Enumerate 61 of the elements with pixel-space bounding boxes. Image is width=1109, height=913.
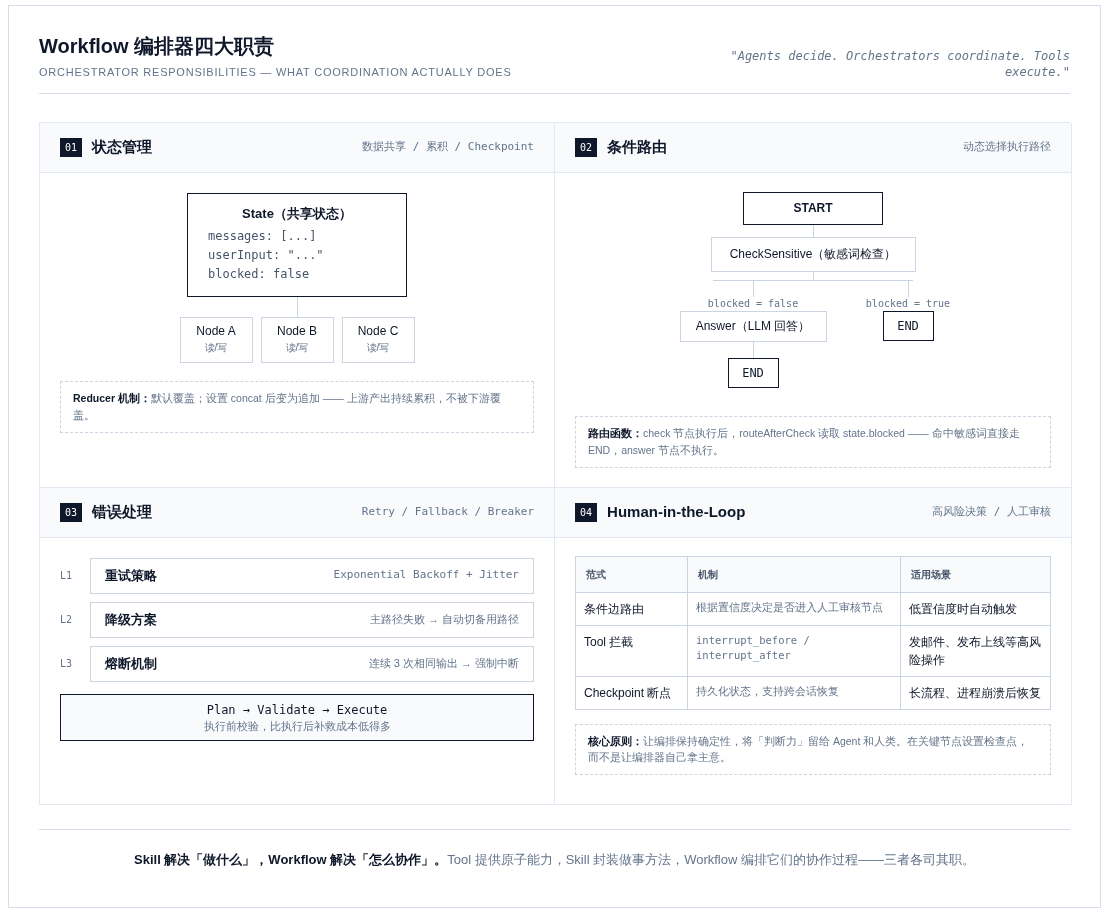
page-subtitle: ORCHESTRATOR RESPONSIBILITIES — WHAT COORDINATION ACTUALLY DOES [39, 65, 512, 80]
panel-tags: Retry / Fallback / Breaker [361, 503, 534, 521]
note-text: Reducer 机制：默认覆盖；设置 concat 后变为追加 —— 上游产出持续累积，不被下游覆盖。 [60, 381, 534, 433]
node-name: Node C [356, 324, 400, 339]
end-node: END [882, 310, 934, 341]
table-cell: Checkpoint 断点 [575, 676, 688, 709]
level-detail: 主路径失败 → 自动切备用路径 [369, 612, 519, 628]
level-label: L3 [60, 657, 74, 671]
level-detail: 连续 3 次相同输出 → 强制中断 [368, 656, 519, 672]
panel-tags: 高风险决策 / 人工审核 [932, 503, 1051, 521]
table-cell: 长流程、进程崩溃后恢复 [900, 676, 1051, 709]
table-cell: 条件边路由 [575, 592, 688, 625]
panel-title: 错误处理 [92, 501, 153, 522]
table-cell: 持久化状态，支持跨会话恢复 [687, 676, 901, 709]
node-access: 读/写 [203, 341, 229, 354]
table-cell: 低置信度时自动触发 [900, 592, 1051, 625]
check-node: CheckSensitive（敏感词检查） [710, 236, 916, 272]
column-header: 范式 [575, 556, 688, 592]
callout-text: 执行前校验，比执行后补救成本低得多 [202, 718, 392, 734]
condition-label: blocked = true [865, 296, 951, 311]
number-badge: 02 [575, 137, 598, 157]
number-badge: 01 [60, 137, 83, 157]
level-name: 降级方案 [105, 610, 157, 629]
level-label: L1 [60, 569, 74, 583]
level-label: L2 [60, 613, 74, 627]
start-node: START [743, 191, 883, 225]
panel-tags: 数据共享 / 累积 / Checkpoint [362, 138, 534, 156]
end-node: END [727, 357, 779, 388]
callout-title: Plan → Validate → Execute [205, 701, 389, 719]
code-line: blocked: false [208, 266, 311, 283]
level-name: 熔断机制 [105, 654, 157, 673]
code-line: messages: [...] [208, 228, 318, 245]
panel-tags: 动态选择执行路径 [963, 138, 1051, 156]
node-name: Node B [276, 324, 318, 339]
condition-label: blocked = false [707, 296, 799, 311]
panel-title: 条件路由 [607, 136, 668, 157]
number-badge: 04 [575, 502, 598, 522]
node-access: 读/写 [365, 341, 391, 354]
panel-title: Human-in-the-Loop [607, 501, 746, 522]
node-name: Node A [195, 324, 237, 339]
footer-text: Skill 解决「做什么」，Workflow 解决「怎么协作」。Tool 提供原子能力，Skill 封装做事方法，Workflow 编排它们的协作过程——三者各司其职。 [39, 828, 1070, 869]
note-text: 核心原则：让编排保持确定性，将「判断力」留给 Agent 和人类。在关键节点设置检查点，而不是让编排器自己拿主意。 [575, 723, 1051, 776]
page-title: Workflow 编排器四大职责 [39, 34, 276, 58]
column-header: 适用场景 [900, 556, 1051, 592]
number-badge: 03 [60, 502, 83, 522]
panel-title: 状态管理 [92, 136, 153, 157]
column-header: 机制 [687, 556, 901, 592]
node-access: 读/写 [284, 341, 310, 354]
level-detail: Exponential Backoff + Jitter [333, 567, 519, 584]
note-text: 路由函数：check 节点执行后，routeAfterCheck 读取 state.blocked —— 命中敏感词直接走 END，answer 节点不执行。 [575, 415, 1051, 468]
connector-line [812, 224, 814, 237]
connector-line [752, 341, 754, 358]
table-cell: interrupt_before / interrupt_after [687, 625, 901, 676]
table-cell: 根据置信度决定是否进入人工审核节点 [687, 592, 901, 625]
answer-node: Answer（LLM 回答） [679, 310, 827, 342]
code-line: userInput: "..." [208, 247, 325, 264]
table-cell: 发邮件、发布上线等高风险操作 [900, 625, 1051, 676]
quote-text: "Agents decide. Orchestrators coordinate. Tools execute." [729, 48, 1070, 81]
level-name: 重试策略 [105, 566, 157, 585]
state-title: State（共享状态） [241, 204, 353, 223]
table-cell: Tool 拦截 [575, 625, 688, 676]
